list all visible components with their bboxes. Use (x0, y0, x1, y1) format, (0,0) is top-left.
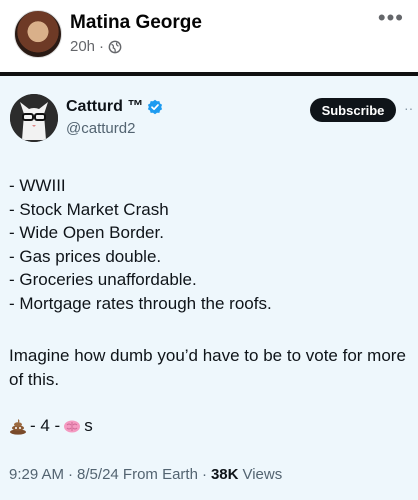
cat-avatar-icon (10, 94, 58, 142)
tweet-handle[interactable]: @catturd2 (66, 120, 135, 137)
emoji-text-1: - 4 - (30, 416, 61, 435)
views-label: Views (242, 466, 283, 483)
post-time[interactable]: 20h (70, 38, 95, 55)
tweet-text: - WWIII - Stock Market Crash - Wide Open… (9, 174, 409, 316)
emoji-line: - 4 - s (9, 416, 93, 436)
verified-badge-icon (148, 99, 163, 115)
post-header: Matina George 20h · ••• (0, 0, 418, 72)
tweet-paragraph: Imagine how dumb you’d have to be to vot… (9, 346, 406, 389)
avatar[interactable] (14, 10, 62, 58)
footer-dot: · (201, 466, 207, 483)
tweet-line: - WWIII (9, 176, 66, 195)
tweet-line: - Wide Open Border. (9, 223, 164, 243)
emoji-text-2: s (84, 416, 93, 435)
tweet-line: - Mortgage rates through the roofs. (9, 293, 272, 313)
brain-emoji-icon (64, 420, 81, 433)
tweet-avatar[interactable] (10, 94, 58, 142)
tweet-card: Catturd ™ @catturd2 Subscribe ·· - WWIII… (0, 76, 418, 500)
subscribe-button[interactable]: Subscribe (310, 98, 396, 122)
tweet-more-icon[interactable]: ·· (404, 100, 413, 116)
tweet-line: - Gas prices double. (9, 246, 162, 266)
author-name[interactable]: Matina George (70, 12, 202, 34)
tweet-time[interactable]: 9:29 AM (9, 466, 64, 483)
tweet-display-name[interactable]: Catturd ™ (66, 98, 143, 116)
tweet-date-source[interactable]: 8/5/24 From Earth (77, 466, 198, 483)
post-meta: 20h · (70, 38, 122, 55)
poop-emoji-icon (10, 419, 26, 435)
tweet-name-row: Catturd ™ (66, 98, 163, 116)
tweet-line: - Groceries unaffordable. (9, 270, 197, 290)
tweet-line: - Stock Market Crash (9, 199, 169, 219)
footer-dot: · (68, 466, 74, 483)
meta-separator: · (99, 38, 105, 55)
more-options-button[interactable]: ••• (378, 7, 404, 29)
globe-icon (108, 40, 122, 53)
views-count: 38K (210, 466, 239, 483)
tweet-footer: 9:29 AM · 8/5/24 From Earth · 38K Views (9, 466, 282, 483)
